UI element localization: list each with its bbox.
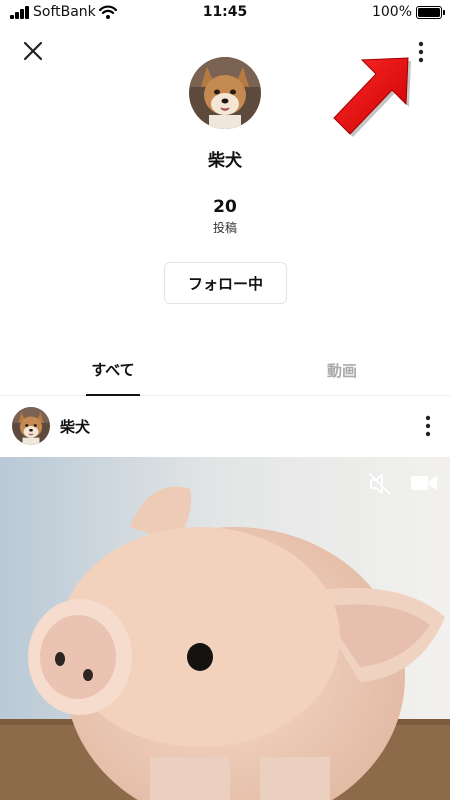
following-button[interactable]: フォロー中 xyxy=(164,262,287,304)
tab-all[interactable]: すべて xyxy=(86,344,140,396)
annotation-arrow-icon xyxy=(333,57,411,137)
post-count-label: 投稿 xyxy=(212,221,237,235)
post-count: 20 xyxy=(213,197,237,217)
battery-percent: 100% xyxy=(371,4,412,20)
video-camera-icon[interactable] xyxy=(410,473,438,493)
more-vertical-icon[interactable] xyxy=(414,40,428,64)
tab-bar: すべて 動画 xyxy=(0,344,450,396)
close-icon[interactable] xyxy=(20,38,46,64)
status-bar: SoftBank 11:45 100% xyxy=(0,0,450,26)
mute-icon[interactable] xyxy=(368,471,392,497)
tab-video[interactable]: 動画 xyxy=(312,344,372,396)
profile-name: 柴犬 xyxy=(208,151,242,171)
post-avatar[interactable] xyxy=(12,407,50,445)
more-vertical-icon[interactable] xyxy=(422,414,434,438)
post-video[interactable] xyxy=(0,457,450,800)
battery-icon xyxy=(416,6,445,19)
profile-avatar xyxy=(189,57,261,129)
post-username[interactable]: 柴犬 xyxy=(60,416,90,437)
